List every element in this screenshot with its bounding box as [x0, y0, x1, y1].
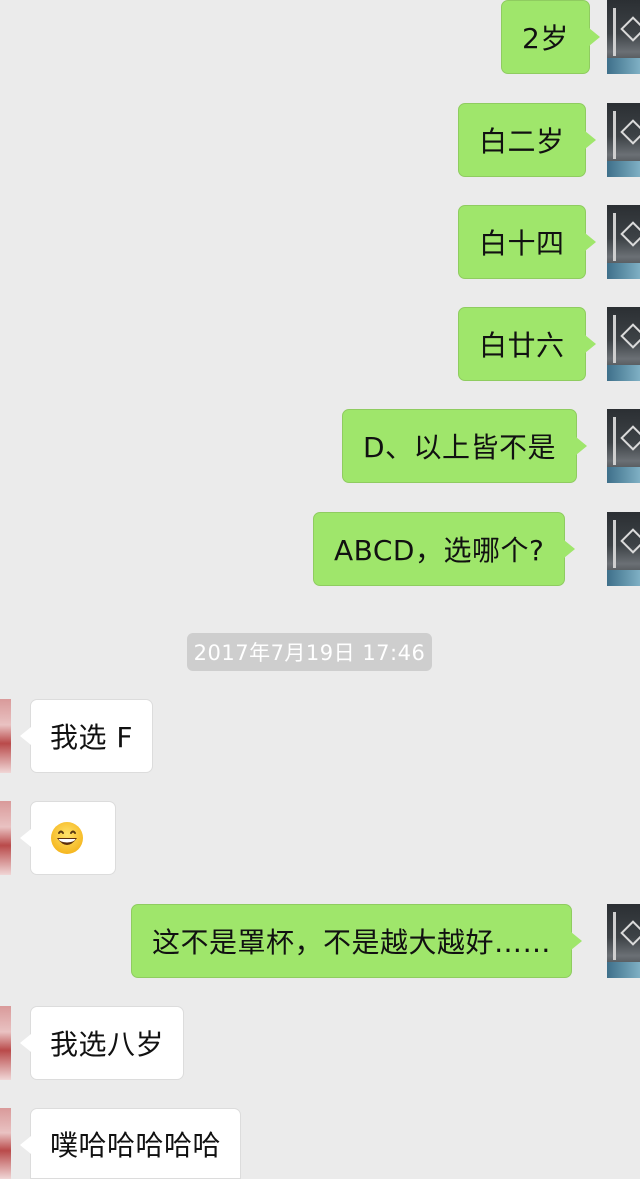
message-text: 噗哈哈哈哈哈	[50, 1128, 222, 1162]
message-bubble-outgoing[interactable]: 白廿六	[458, 307, 595, 381]
user-avatar-icon[interactable]	[607, 0, 640, 74]
contact-avatar-icon[interactable]	[0, 1006, 11, 1080]
user-avatar-icon[interactable]	[607, 904, 640, 978]
avatar-detail	[613, 8, 616, 56]
avatar-detail	[607, 570, 640, 586]
contact-avatar-icon[interactable]	[0, 1108, 11, 1179]
contact-avatar-icon[interactable]	[0, 699, 11, 773]
avatar-detail	[607, 161, 640, 177]
message-bubble-outgoing[interactable]: 白二岁	[458, 103, 595, 177]
user-avatar-icon[interactable]	[607, 409, 640, 483]
avatar-detail	[613, 417, 616, 465]
user-avatar-icon[interactable]	[607, 307, 640, 381]
message-bubble-incoming[interactable]	[20, 801, 116, 875]
timestamp-text: 2017年7月19日 17:46	[193, 641, 426, 665]
contact-avatar-icon[interactable]	[0, 801, 11, 875]
avatar-detail	[613, 912, 616, 960]
chat-thread[interactable]: 2岁 白二岁 白十四 白廿六 D、以上皆不是 ABCD，选哪个? 2017年7月…	[0, 0, 640, 1179]
message-bubble-outgoing[interactable]: 这不是罩杯，不是越大越好……	[131, 904, 583, 978]
avatar-detail	[620, 528, 640, 554]
avatar-detail	[620, 920, 640, 946]
avatar-detail	[613, 111, 616, 159]
user-avatar-icon[interactable]	[607, 205, 640, 279]
message-bubble-incoming[interactable]: 我选 F	[19, 699, 154, 773]
message-bubble-outgoing[interactable]: D、以上皆不是	[342, 409, 588, 483]
message-bubble-outgoing[interactable]: ABCD，选哪个?	[313, 512, 576, 586]
avatar-detail	[613, 520, 616, 568]
avatar-detail	[620, 221, 640, 247]
message-text: 这不是罩杯，不是越大越好……	[152, 926, 552, 959]
avatar-detail	[607, 467, 640, 483]
avatar-detail	[613, 213, 616, 261]
avatar-detail	[607, 263, 640, 279]
user-avatar-icon[interactable]	[607, 512, 640, 586]
avatar-detail	[607, 962, 640, 978]
avatar-detail	[620, 16, 640, 42]
user-avatar-icon[interactable]	[607, 103, 640, 177]
message-timestamp: 2017年7月19日 17:46	[187, 633, 432, 671]
message-text: 我选八岁	[50, 1028, 165, 1061]
message-text: ABCD，选哪个?	[334, 534, 545, 567]
message-text: D、以上皆不是	[363, 431, 557, 464]
avatar-detail	[607, 58, 640, 74]
avatar-detail	[607, 365, 640, 381]
message-bubble-incoming[interactable]: 我选八岁	[19, 1006, 185, 1080]
avatar-detail	[620, 323, 640, 349]
grinning-face-emoji	[50, 821, 84, 855]
avatar-detail	[613, 315, 616, 363]
message-text: 2岁	[522, 22, 569, 55]
message-text: 白廿六	[479, 329, 565, 362]
message-bubble-incoming[interactable]: 噗哈哈哈哈哈	[19, 1108, 242, 1179]
message-text: 白十四	[479, 227, 565, 260]
message-bubble-outgoing[interactable]: 白十四	[458, 205, 595, 279]
avatar-detail	[620, 119, 640, 145]
avatar-detail	[620, 425, 640, 451]
message-text: 白二岁	[479, 125, 565, 158]
message-text: 我选 F	[50, 721, 134, 754]
message-bubble-outgoing[interactable]: 2岁	[501, 0, 600, 74]
